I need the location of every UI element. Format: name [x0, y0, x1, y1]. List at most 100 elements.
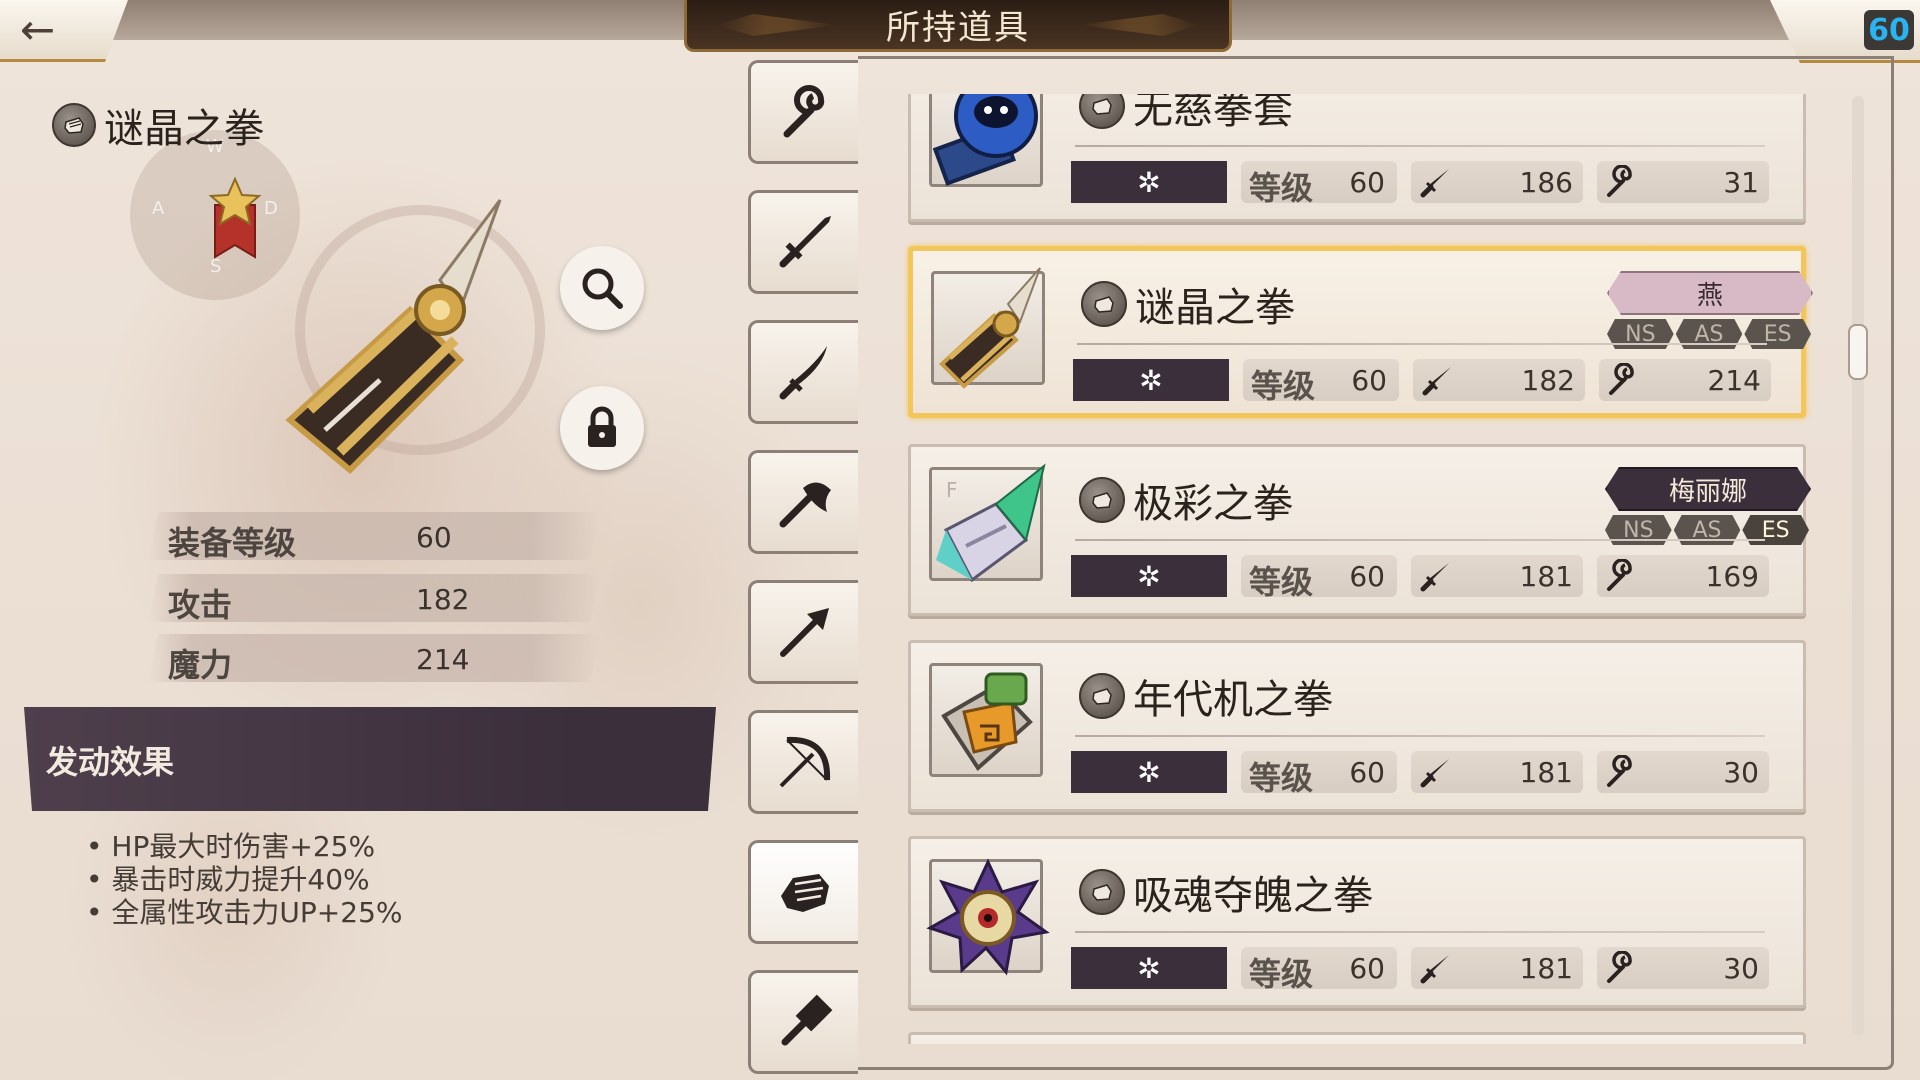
level-value: 60	[1349, 560, 1385, 593]
fist-icon	[780, 874, 829, 912]
lock-button[interactable]	[560, 386, 644, 470]
stat-row-equip-level: 装备等级 60	[148, 512, 600, 560]
tab-spear[interactable]	[748, 580, 858, 684]
magic-value: 31	[1723, 166, 1759, 199]
attack-pill: 181	[1411, 751, 1583, 793]
tab-katana[interactable]	[748, 320, 858, 424]
level-pill: 等级 60	[1241, 947, 1397, 993]
item-card[interactable]: F 极彩之拳 梅丽娜 NS AS ES ✲ 等级 60 181 169	[908, 444, 1806, 616]
attack-value: 181	[1519, 952, 1573, 985]
stat-value: 214	[416, 643, 470, 676]
owner-name: 燕	[1696, 280, 1723, 311]
level-pill: 等级 60	[1241, 555, 1397, 601]
item-list[interactable]: 无慈拳套 ✲ 等级 60 186 31 谜晶之拳 燕 NS AS ES ✲ 等级…	[904, 94, 1824, 1044]
effect-title: 发动效果	[46, 743, 175, 781]
stat-label: 攻击	[168, 586, 233, 624]
item-name: 极彩之拳	[1079, 471, 1293, 529]
magic-value: 30	[1723, 952, 1759, 985]
item-name: 谜晶之拳	[1081, 275, 1295, 333]
fist-icon	[1079, 673, 1125, 719]
tab-fist[interactable]	[748, 840, 858, 944]
tab-sword[interactable]	[748, 190, 858, 294]
effect-item: HP最大时伤害+25%	[86, 830, 403, 863]
item-name-label: 极彩之拳	[1133, 481, 1293, 527]
attack-sword-icon	[1420, 169, 1449, 198]
level-label: 等级	[1251, 367, 1316, 405]
lock-icon	[588, 406, 616, 447]
item-name: 年代机之拳	[1079, 667, 1333, 725]
scrollbar-track[interactable]	[1852, 96, 1864, 1036]
attack-pill: 181	[1411, 555, 1583, 597]
magic-staff-icon	[1607, 755, 1632, 787]
tab-staff[interactable]	[748, 60, 858, 164]
owner-badge: 梅丽娜	[1605, 467, 1811, 511]
magic-pill: 169	[1597, 555, 1769, 597]
tab-hammer[interactable]	[748, 970, 858, 1074]
effect-header: 发动效果	[24, 707, 716, 811]
level-pill: 等级 60	[1241, 751, 1397, 797]
staff-icon	[783, 85, 824, 138]
owner-badge: 燕	[1607, 271, 1813, 315]
effect-list: HP最大时伤害+25% 暴击时威力提升40% 全属性攻击力UP+25%	[86, 830, 403, 929]
attack-sword-icon	[1422, 367, 1451, 396]
soul-fist-icon	[926, 858, 1050, 976]
item-card[interactable]: 年代机之拳 ✲ 等级 60 181 30	[908, 640, 1806, 812]
inspect-button[interactable]	[560, 246, 644, 330]
level-label: 等级	[1249, 563, 1314, 601]
clockwork-fist-icon	[941, 672, 1033, 772]
magic-pill: 214	[1599, 359, 1771, 401]
item-thumbnail	[929, 94, 1043, 187]
item-thumbnail	[926, 858, 1050, 976]
magic-pill: 30	[1597, 751, 1769, 793]
divider	[1077, 343, 1767, 345]
item-card-selected[interactable]: 谜晶之拳 燕 NS AS ES ✲ 等级 60 182 214	[908, 246, 1806, 418]
detail-name-label: 谜晶之拳	[104, 106, 264, 152]
effect-item: 全属性攻击力UP+25%	[86, 896, 402, 929]
item-card[interactable]: 无慈拳套 ✲ 等级 60 186 31	[908, 94, 1806, 222]
element-badge: ✲	[1071, 555, 1227, 597]
magnifier-icon	[582, 268, 623, 309]
tab-bow[interactable]	[748, 710, 858, 814]
player-level: 60	[1864, 10, 1914, 50]
attack-sword-icon	[1420, 955, 1449, 984]
magic-pill: 31	[1597, 161, 1769, 203]
fist-icon	[1079, 869, 1125, 915]
weapon-preview-image	[285, 199, 545, 475]
scrollbar-thumb[interactable]	[1848, 324, 1868, 380]
fist-icon	[1079, 477, 1125, 523]
prism-fist-icon	[936, 463, 1046, 583]
item-name: 无慈拳套	[1079, 94, 1293, 135]
owner-name: 梅丽娜	[1668, 476, 1747, 507]
attack-value: 181	[1519, 756, 1573, 789]
item-card-partial[interactable]	[908, 1032, 1806, 1044]
stat-value: 182	[416, 583, 470, 616]
level-pill: 等级 60	[1241, 161, 1397, 207]
magic-value: 214	[1707, 364, 1761, 397]
item-thumbnail	[929, 663, 1043, 777]
item-name: 吸魂夺魄之拳	[1079, 863, 1373, 921]
element-badge: ✲	[1071, 751, 1227, 793]
magic-pill: 30	[1597, 947, 1769, 989]
fist-icon	[1081, 281, 1127, 327]
element-badge: ✲	[1073, 359, 1229, 401]
item-thumbnail	[931, 267, 1045, 389]
page-title: 所持道具	[886, 8, 1030, 48]
level-label: 等级	[1249, 759, 1314, 797]
tab-axe[interactable]	[748, 450, 858, 554]
detail-item-name: 谜晶之拳	[52, 96, 264, 154]
attack-value: 182	[1521, 364, 1575, 397]
item-card[interactable]: 吸魂夺魄之拳 ✲ 等级 60 181 30	[908, 836, 1806, 1008]
magic-staff-icon	[1609, 363, 1634, 395]
divider	[1075, 539, 1765, 541]
item-thumbnail: F	[929, 463, 1046, 583]
attack-value: 181	[1519, 560, 1573, 593]
crystal-fist-icon	[939, 267, 1041, 389]
level-pill: 等级 60	[1243, 359, 1399, 405]
magic-staff-icon	[1607, 559, 1632, 591]
back-arrow-icon: ←	[20, 4, 56, 54]
element-badge: ✲	[1071, 161, 1227, 203]
item-name-label: 无慈拳套	[1133, 94, 1293, 133]
element-badge: ✲	[1071, 947, 1227, 989]
attack-pill: 181	[1411, 947, 1583, 989]
hammer-icon	[781, 994, 832, 1046]
